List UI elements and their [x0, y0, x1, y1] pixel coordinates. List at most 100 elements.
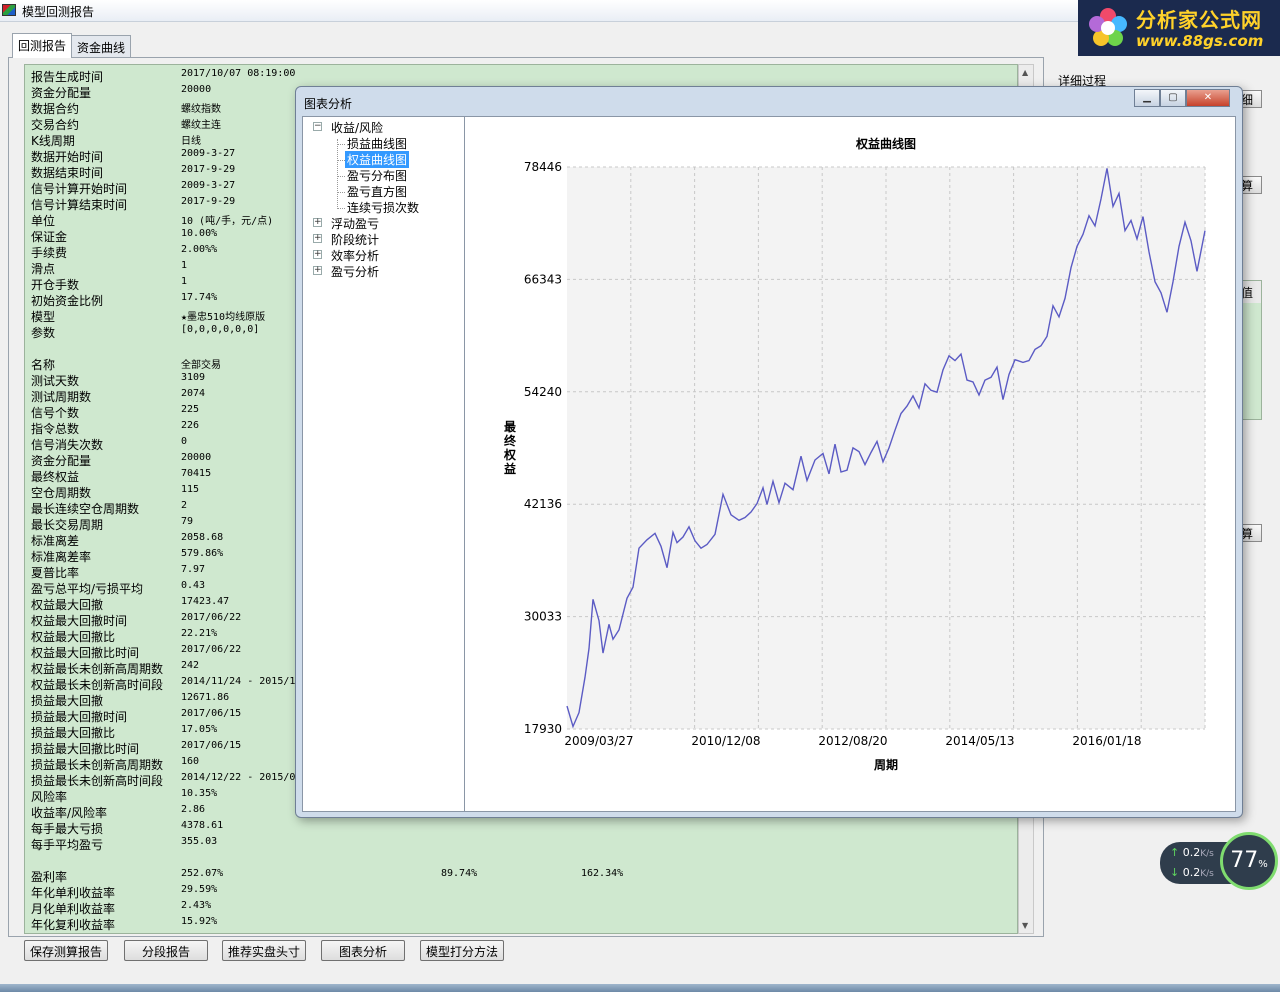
report-value: 日线 [181, 136, 201, 147]
y-tick-label: 78446 [524, 160, 562, 174]
expand-icon[interactable]: + [313, 250, 322, 259]
y-tick-label: 42136 [524, 497, 562, 511]
report-value: 10.35% [181, 788, 218, 799]
download-speed: 0.2 [1182, 866, 1201, 879]
taskbar [0, 984, 1280, 992]
close-icon[interactable]: ✕ [1186, 89, 1230, 107]
report-value: 2017/10/07 08:19:00 [181, 68, 296, 79]
expand-icon[interactable]: + [313, 234, 322, 243]
report-value: 29.59% [181, 884, 218, 895]
report-value: 2017-9-29 [181, 164, 236, 175]
logo-text-url: www.88gs.com [1136, 32, 1264, 50]
download-arrow-icon: ↓ [1170, 866, 1180, 879]
report-value: 252.07% [181, 868, 224, 879]
report-value: 全部交易 [181, 360, 221, 371]
expand-icon[interactable]: + [313, 266, 322, 275]
window-title: 模型回测报告 [22, 5, 95, 19]
report-row: 年化复利收益率 15.92% [25, 915, 1017, 932]
maximize-icon[interactable]: ▢ [1160, 89, 1186, 107]
y-tick-label: 66343 [524, 272, 562, 286]
report-value: 20000 [181, 84, 212, 95]
report-value: 1 [181, 276, 188, 287]
model-scoring-button[interactable]: 模型打分方法 [420, 940, 504, 961]
report-value: 2017/06/22 [181, 644, 242, 655]
x-tick-label: 2016/01/18 [1072, 734, 1141, 748]
report-value: 225 [181, 404, 200, 415]
chart-tree: − 收益/风险 损益曲线图 权益曲线图 盈亏分布图 盈亏直方图 连续亏损次数 +… [303, 117, 465, 811]
report-value: 22.21% [181, 628, 218, 639]
report-value: 0.43 [181, 580, 206, 591]
y-tick-label: 30033 [524, 610, 562, 624]
report-row: 每手最大亏损 4378.61 [25, 819, 1017, 836]
scroll-down-icon[interactable]: ▼ [1022, 921, 1028, 930]
report-row [25, 851, 1017, 867]
report-value: 226 [181, 420, 200, 431]
report-value-3: 162.34% [581, 868, 624, 879]
logo-text-cn: 分析家公式网 [1136, 8, 1262, 32]
report-value: 70415 [181, 468, 212, 479]
tab-backtest-report[interactable]: 回测报告 [12, 33, 73, 58]
report-value: 2.43% [181, 900, 212, 911]
report-value: 2.00%% [181, 244, 218, 255]
report-value: 2014/11/24 - 2015/1 [181, 676, 296, 687]
report-value: 160 [181, 756, 200, 767]
save-report-button[interactable]: 保存测算报告 [24, 940, 108, 961]
collapse-icon[interactable]: − [313, 122, 322, 131]
app-icon [2, 4, 16, 16]
report-value: 10 (吨/手，元/点) [181, 216, 274, 227]
report-value: 0 [181, 436, 188, 447]
y-axis-label-char: 最 [504, 420, 517, 434]
report-value: 15.92% [181, 916, 218, 927]
report-value: 2017-9-29 [181, 196, 236, 207]
report-row: 每手平均盈亏 355.03 [25, 835, 1017, 852]
chart-title: 权益曲线图 [855, 136, 916, 151]
report-row: 报告生成时间 2017/10/07 08:19:00 [25, 67, 1017, 84]
dialog-title: 图表分析 [304, 97, 353, 111]
report-value: 2058.68 [181, 532, 224, 543]
equity-chart-svg: 17930 30033 42136 54240 66343 78446 2009/03/2… [503, 136, 1206, 772]
y-axis-ticks: 17930 30033 42136 54240 66343 78446 [524, 160, 562, 736]
minimize-icon[interactable]: ▁ [1134, 89, 1160, 107]
y-axis-label-char: 终 [504, 433, 517, 448]
report-row: 年化单利收益率 29.59% [25, 883, 1017, 900]
upload-speed: 0.2 [1182, 846, 1201, 859]
report-value: 2 [181, 500, 188, 511]
y-tick-label: 17930 [524, 722, 562, 736]
expand-icon[interactable]: + [313, 218, 322, 227]
report-value: 3109 [181, 372, 206, 383]
y-axis-label-char: 权 [503, 447, 517, 462]
x-tick-label: 2014/05/13 [945, 734, 1014, 748]
x-axis-label: 周期 [874, 757, 898, 772]
x-tick-label: 2010/12/08 [691, 734, 760, 748]
scroll-up-icon[interactable]: ▲ [1022, 68, 1028, 77]
report-value: 2009-3-27 [181, 148, 236, 159]
tab-equity-curve[interactable]: 资金曲线 [71, 35, 132, 57]
report-row: 月化单利收益率 2.43% [25, 899, 1017, 916]
y-axis-label-char: 益 [504, 461, 516, 476]
report-value: 242 [181, 660, 200, 671]
recommend-position-button[interactable]: 推荐实盘头寸 [222, 940, 306, 961]
flower-logo-icon [1089, 8, 1127, 46]
report-value: 579.86% [181, 548, 224, 559]
report-value-2: 89.74% [441, 868, 478, 879]
report-value: 20000 [181, 452, 212, 463]
report-value: 1 [181, 260, 188, 271]
report-value: 79 [181, 516, 194, 527]
report-value: 2017/06/22 [181, 612, 242, 623]
report-value: 12671.86 [181, 692, 230, 703]
segment-report-button[interactable]: 分段报告 [124, 940, 208, 961]
report-value: [0,0,0,0,0,0] [181, 324, 260, 335]
report-row: 月化复利收益率 [25, 931, 1017, 933]
report-value: ★墨忠510均线原版 [181, 312, 266, 323]
report-value: 17.74% [181, 292, 218, 303]
report-value: 2.86 [181, 804, 206, 815]
report-value: 10.00% [181, 228, 218, 239]
report-value: 17.05% [181, 724, 218, 735]
chart-analysis-button[interactable]: 图表分析 [321, 940, 405, 961]
dialog-content: − 收益/风险 损益曲线图 权益曲线图 盈亏分布图 盈亏直方图 连续亏损次数 +… [302, 116, 1236, 812]
site-logo: 分析家公式网 www.88gs.com [1078, 0, 1280, 56]
report-value: 2014/12/22 - 2015/0 [181, 772, 296, 783]
report-value: 115 [181, 484, 200, 495]
report-value: 2017/06/15 [181, 708, 242, 719]
report-value: 7.97 [181, 564, 206, 575]
